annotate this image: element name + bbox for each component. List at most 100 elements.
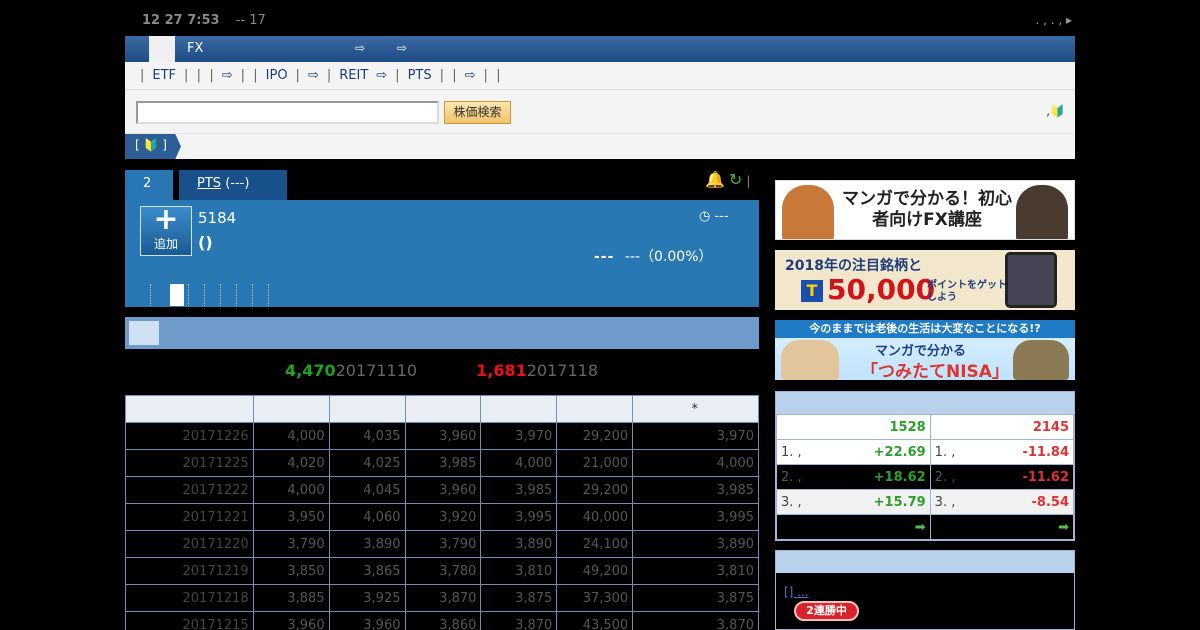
subnav-ipo[interactable]: IPO	[266, 68, 288, 83]
tab-pts-suffix: (---)	[225, 176, 250, 191]
header-time: 12 27 7:53	[142, 13, 220, 28]
ranking-count-row: 1528 2145	[776, 414, 1075, 440]
streak-link[interactable]: [] ...	[784, 585, 809, 599]
main-nav: FX ⇨ ⇨	[125, 36, 1075, 62]
nisa-text-c: 「つみたてNISA」	[861, 362, 1009, 380]
refresh-icon[interactable]: ↻	[729, 170, 742, 189]
period-tab[interactable]	[220, 284, 236, 306]
market-status: ◷ ---	[699, 209, 729, 224]
advancers-count: 1528	[776, 414, 931, 440]
external-link-icon[interactable]: ⇨	[465, 68, 476, 83]
campaign-text-c: ポイントをゲットしよう	[927, 280, 1007, 303]
beginner-mark-icon[interactable]: ,🔰	[1046, 104, 1065, 118]
table-header	[404, 395, 482, 423]
divider: |	[746, 174, 751, 188]
table-header	[125, 395, 254, 423]
manga-character-left	[782, 185, 834, 239]
nav-tab-active[interactable]	[149, 36, 175, 62]
year-high-date: 20171110	[335, 361, 418, 380]
header-right-links[interactable]: . , . , ▸	[1035, 13, 1072, 27]
breadcrumb-home[interactable]: [ 🔰 ]	[125, 134, 181, 159]
stock-search-input[interactable]	[136, 101, 439, 124]
table-header-row: *	[125, 395, 759, 423]
year-low-date: 2017118	[526, 361, 599, 380]
table-row: 20171218 3,885 3,925 3,870 3,875 37,300 3,875	[125, 584, 759, 612]
manga-character	[781, 340, 839, 380]
table-row: 20171215 3,960 3,960 3,860 3,870 43,500 3,870	[125, 611, 759, 630]
ranking-row[interactable]: 1. , +22.69 1. , -11.84	[776, 439, 1075, 465]
smartphone-icon	[1005, 252, 1057, 308]
decliners-count: 2145	[929, 414, 1075, 440]
ranking-table: 1528 2145 1. , +22.69 1. , -11.84 2. , +18.…	[776, 414, 1075, 540]
market-status-text: ---	[714, 209, 729, 224]
fx-manga-banner[interactable]: マンガで分かる！初心者向けFX講座	[775, 180, 1075, 240]
header-ticker-note: -- 17	[235, 13, 266, 28]
points-campaign-banner[interactable]: 2018年の注目銘柄と T 50,000 ポイントをゲットしよう	[775, 250, 1075, 310]
price-change: ---（0.00%）	[624, 249, 713, 265]
external-link-icon[interactable]: ⇨	[376, 68, 387, 83]
ranking-panel: 1528 2145 1. , +22.69 1. , -11.84 2. , +18.…	[775, 391, 1075, 541]
period-tab[interactable]	[236, 284, 252, 306]
period-tab[interactable]	[188, 284, 204, 306]
current-price: ---	[594, 249, 615, 265]
campaign-text-a: 2018年の注目銘柄と	[785, 258, 922, 274]
streak-panel: [] ... 2連勝中	[775, 550, 1075, 630]
table-header	[480, 395, 558, 423]
table-header	[252, 395, 330, 423]
external-link-icon[interactable]: ⇨	[355, 41, 365, 55]
clock-icon: ◷	[699, 209, 711, 224]
period-tab[interactable]	[268, 284, 284, 306]
add-label: 追加	[153, 237, 178, 251]
quote-tools: 🔔 ↻ |	[705, 170, 750, 189]
add-to-portfolio-button[interactable]: + 追加	[140, 202, 192, 256]
fx-banner-text: マンガで分かる！初心者向けFX講座	[842, 189, 1012, 230]
year-high-value: 4,470	[285, 361, 336, 380]
tab-pts-link[interactable]: PTS	[197, 176, 221, 191]
campaign-points: 50,000	[827, 273, 936, 306]
stock-code: 5184	[198, 209, 237, 227]
period-tab-active[interactable]	[170, 284, 184, 306]
ranking-row[interactable]: 2. , +18.62 2. , -11.62	[776, 464, 1075, 490]
plus-icon: +	[153, 202, 179, 237]
manga-character	[1013, 340, 1069, 380]
sub-nav: | ETF | | | ⇨ | | IPO | ⇨ | REIT ⇨ | PTS…	[125, 62, 1075, 89]
section-header	[125, 317, 759, 349]
breadcrumb: [ 🔰 ]	[125, 133, 1075, 159]
section-tab[interactable]	[129, 321, 159, 345]
subnav-etf[interactable]: ETF	[152, 68, 176, 83]
table-row: 20171219 3,850 3,865 3,780 3,810 49,200 3,810	[125, 557, 759, 585]
quote-panel: + 追加 5184 () ◷ --- --- ---（0.00%）	[125, 200, 759, 307]
price-history-table: * 20171226 4,000 4,035 3,960 3,970 29,200 3,97…	[125, 395, 759, 630]
table-header: *	[632, 395, 759, 423]
external-link-icon[interactable]: ⇨	[397, 41, 407, 55]
subnav-reit[interactable]: REIT	[339, 68, 368, 83]
stock-name: ()	[198, 233, 213, 252]
tab-main[interactable]: 2	[125, 170, 173, 200]
period-tab[interactable]	[252, 284, 268, 306]
table-header	[328, 395, 406, 423]
ranking-row[interactable]: 3. , +15.79 3. , -8.54	[776, 489, 1075, 515]
arrow-right-icon[interactable]: ➡	[776, 514, 931, 540]
period-tab[interactable]	[150, 284, 166, 306]
nisa-manga-banner[interactable]: 今のままでは老後の生活は大変なことになる!? マンガで分かる 「つみたてNISA…	[775, 320, 1075, 380]
header-datetime: 12 27 7:53 -- 17	[142, 13, 266, 28]
table-row: 20171222 4,000 4,045 3,960 3,985 29,200 3,985	[125, 476, 759, 504]
period-tab[interactable]	[204, 284, 220, 306]
tab-pts[interactable]: PTS (---)	[179, 170, 287, 200]
external-link-icon[interactable]: ⇨	[222, 68, 233, 83]
stock-search-button[interactable]: 株価検索	[444, 101, 511, 124]
table-row: 20171226 4,000 4,035 3,960 3,970 29,200 3,970	[125, 422, 759, 450]
nav-fx-link[interactable]: FX	[187, 41, 203, 56]
price-line: --- ---（0.00%）	[594, 246, 713, 266]
table-header	[556, 395, 634, 423]
subnav-pts[interactable]: PTS	[408, 68, 432, 83]
period-tabs	[150, 284, 284, 306]
bell-icon[interactable]: 🔔	[705, 170, 725, 189]
ranking-header	[776, 392, 1074, 414]
manga-character-right	[1016, 185, 1068, 239]
external-link-icon[interactable]: ⇨	[308, 68, 319, 83]
ranking-more-row: ➡ ➡	[776, 514, 1075, 540]
arrow-right-icon[interactable]: ➡	[929, 514, 1075, 540]
streak-panel-header	[776, 551, 1074, 573]
search-bar: 株価検索 ,🔰	[125, 89, 1075, 133]
